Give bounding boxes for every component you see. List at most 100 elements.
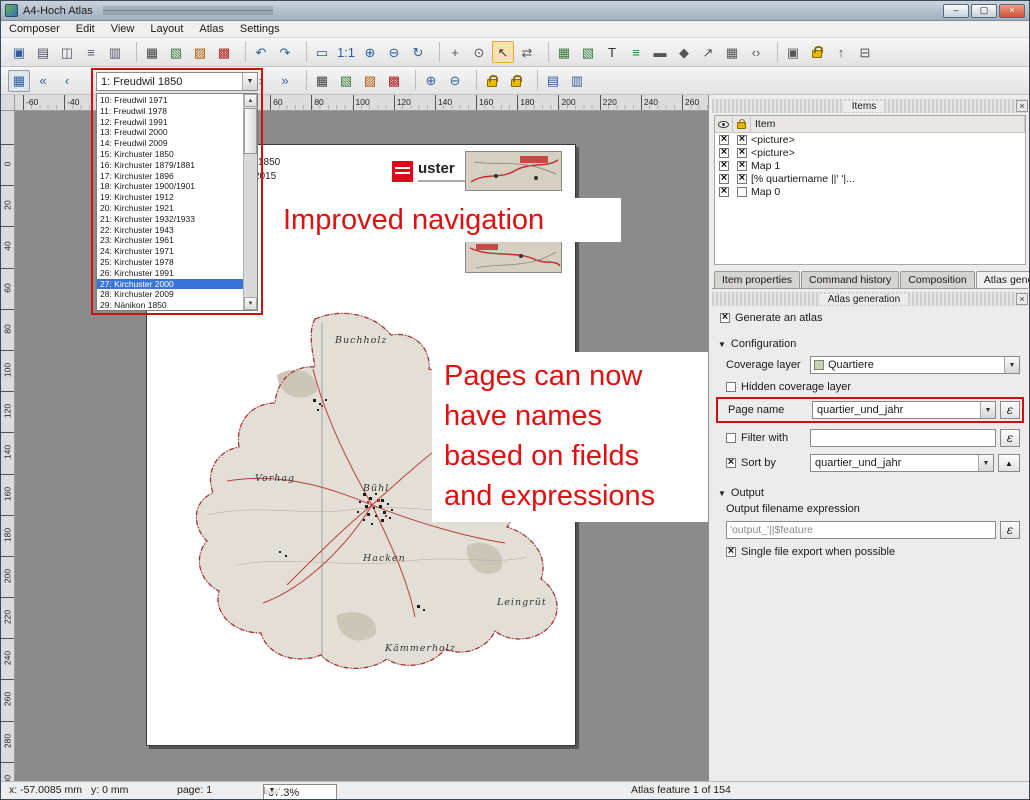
page-name-expression-button[interactable]: ε bbox=[1000, 401, 1020, 419]
atlas-page-down-button[interactable]: ▥ bbox=[566, 70, 588, 92]
select-move-item-button[interactable]: ↖ bbox=[492, 41, 514, 63]
item-locked-checkbox[interactable] bbox=[737, 135, 747, 145]
item-locked-checkbox[interactable] bbox=[737, 161, 747, 171]
item-visible-checkbox[interactable] bbox=[719, 187, 729, 197]
toolbar-button[interactable] bbox=[542, 42, 549, 62]
add-arrow-button[interactable]: ↗ bbox=[697, 41, 719, 63]
sort-by-combo[interactable]: quartier_und_jahr ▼ bbox=[810, 454, 994, 472]
menu-atlas[interactable]: Atlas bbox=[191, 22, 231, 36]
page-name-combo[interactable]: quartier_und_jahr ▼ bbox=[812, 401, 996, 419]
export-image-button[interactable]: ▧ bbox=[165, 41, 187, 63]
zoom-level-combo[interactable]: 67.3% ▼ bbox=[263, 784, 337, 800]
refresh-view-button[interactable]: ↻ bbox=[407, 41, 429, 63]
zoom-full-button[interactable]: ▭ bbox=[311, 41, 333, 63]
single-file-export-checkbox[interactable] bbox=[726, 547, 736, 557]
composition-manager-button[interactable]: ≡ bbox=[80, 41, 102, 63]
atlas-feature-dropdown[interactable]: 10: Freudwil 197111: Freudwil 197812: Fr… bbox=[96, 93, 258, 311]
add-map-button[interactable]: ▦ bbox=[553, 41, 575, 63]
redo-button[interactable]: ↷ bbox=[274, 41, 296, 63]
tab-atlas-generation[interactable]: Atlas generation bbox=[976, 271, 1030, 288]
chevron-down-icon[interactable]: ▼ bbox=[1004, 357, 1019, 373]
dropdown-scrollbar[interactable]: ▲ ▼ bbox=[243, 94, 257, 310]
filter-with-checkbox[interactable] bbox=[726, 433, 736, 443]
add-image-button[interactable]: ▧ bbox=[577, 41, 599, 63]
atlas-page-option[interactable]: 10: Freudwil 1971 bbox=[97, 95, 243, 106]
atlas-page-option[interactable]: 12: Freudwil 1991 bbox=[97, 117, 243, 128]
atlas-toolbar-button[interactable] bbox=[531, 70, 538, 90]
item-locked-checkbox[interactable] bbox=[737, 187, 747, 197]
align-items-button[interactable]: ⊟ bbox=[854, 41, 876, 63]
tab-composition[interactable]: Composition bbox=[900, 271, 974, 288]
raise-items-button[interactable]: ↑ bbox=[830, 41, 852, 63]
filter-input[interactable] bbox=[810, 429, 996, 447]
duplicate-composition-button[interactable]: ◫ bbox=[56, 41, 78, 63]
sort-by-checkbox[interactable] bbox=[726, 458, 736, 468]
output-group-header[interactable]: ▼ Output bbox=[718, 487, 1022, 499]
print-button[interactable]: ▦ bbox=[141, 41, 163, 63]
atlas-page-option[interactable]: 20: Kirchuster 1921 bbox=[97, 203, 243, 214]
menu-edit[interactable]: Edit bbox=[68, 22, 103, 36]
scrollbar-thumb[interactable] bbox=[244, 108, 257, 154]
chevron-down-icon[interactable]: ▼ bbox=[264, 787, 279, 794]
add-shape-button[interactable]: ◆ bbox=[673, 41, 695, 63]
lock-items-button[interactable] bbox=[806, 41, 828, 63]
zoom-in-button[interactable]: ⊕ bbox=[359, 41, 381, 63]
item-visible-checkbox[interactable] bbox=[719, 161, 729, 171]
item-visible-checkbox[interactable] bbox=[719, 174, 729, 184]
lock-layers-button[interactable] bbox=[481, 70, 503, 92]
coverage-layer-combo[interactable]: Quartiere ▼ bbox=[810, 356, 1020, 374]
atlas-last-feature-button[interactable]: » bbox=[274, 70, 296, 92]
atlas-toolbar-button[interactable] bbox=[300, 70, 307, 90]
item-locked-checkbox[interactable] bbox=[737, 174, 747, 184]
items-panel-titlebar[interactable]: Items × bbox=[712, 99, 1028, 113]
close-icon[interactable]: × bbox=[1016, 100, 1028, 112]
chevron-down-icon[interactable]: ▼ bbox=[242, 73, 257, 90]
atlas-page-option[interactable]: 11: Freudwil 1978 bbox=[97, 106, 243, 117]
export-atlas-pdf-button[interactable]: ▩ bbox=[383, 70, 405, 92]
filter-expression-button[interactable]: ε bbox=[1000, 429, 1020, 447]
add-label-button[interactable]: T bbox=[601, 41, 623, 63]
print-atlas-button[interactable]: ▦ bbox=[311, 70, 333, 92]
close-button[interactable]: × bbox=[999, 4, 1025, 18]
atlas-page-option[interactable]: 27: Kirchuster 2000 bbox=[97, 279, 243, 290]
add-legend-button[interactable]: ≡ bbox=[625, 41, 647, 63]
item-visible-checkbox[interactable] bbox=[719, 148, 729, 158]
toolbar-button[interactable] bbox=[300, 42, 307, 62]
scroll-up-icon[interactable]: ▲ bbox=[244, 94, 257, 107]
minimize-button[interactable]: – bbox=[943, 4, 969, 18]
tab-command-history[interactable]: Command history bbox=[801, 271, 899, 288]
output-filename-input[interactable]: 'output_'||$feature bbox=[726, 521, 996, 539]
zoom-in-preview-button[interactable]: ⊕ bbox=[420, 70, 442, 92]
atlas-page-option[interactable]: 26: Kirchuster 1991 bbox=[97, 268, 243, 279]
atlas-page-option[interactable]: 21: Kirchuster 1932/1933 bbox=[97, 214, 243, 225]
atlas-page-option[interactable]: 14: Freudwil 2009 bbox=[97, 138, 243, 149]
menu-view[interactable]: View bbox=[103, 22, 143, 36]
atlas-previous-feature-button[interactable]: ‹ bbox=[56, 70, 78, 92]
items-panel-row[interactable]: <picture> bbox=[715, 146, 1025, 159]
toolbar-button[interactable] bbox=[433, 42, 440, 62]
item-visible-checkbox[interactable] bbox=[719, 135, 729, 145]
export-pdf-button[interactable]: ▩ bbox=[213, 41, 235, 63]
atlas-page-option[interactable]: 28: Kirchuster 2009 bbox=[97, 289, 243, 300]
atlas-first-feature-button[interactable]: « bbox=[32, 70, 54, 92]
item-locked-checkbox[interactable] bbox=[737, 148, 747, 158]
undo-button[interactable]: ↶ bbox=[250, 41, 272, 63]
tab-item-properties[interactable]: Item properties bbox=[714, 271, 800, 288]
export-atlas-image-button[interactable]: ▧ bbox=[335, 70, 357, 92]
export-svg-button[interactable]: ▨ bbox=[189, 41, 211, 63]
lock-all-button[interactable] bbox=[733, 116, 751, 132]
generate-atlas-checkbox[interactable] bbox=[720, 313, 730, 323]
items-panel-row[interactable]: Map 0 bbox=[715, 185, 1025, 198]
atlas-page-option[interactable]: 29: Nänikon 1850 bbox=[97, 300, 243, 310]
atlas-page-option[interactable]: 23: Kirchuster 1961 bbox=[97, 235, 243, 246]
zoom-100-button[interactable]: 1:1 bbox=[335, 41, 357, 63]
atlas-page-option[interactable]: 16: Kirchuster 1879/1881 bbox=[97, 160, 243, 171]
atlas-page-option[interactable]: 22: Kirchuster 1943 bbox=[97, 225, 243, 236]
export-atlas-svg-button[interactable]: ▨ bbox=[359, 70, 381, 92]
chevron-down-icon[interactable]: ▼ bbox=[980, 402, 995, 418]
atlas-page-option[interactable]: 13: Freudwil 2000 bbox=[97, 127, 243, 138]
load-template-button[interactable]: ▥ bbox=[104, 41, 126, 63]
zoom-out-button[interactable]: ⊖ bbox=[383, 41, 405, 63]
scroll-down-icon[interactable]: ▼ bbox=[244, 297, 257, 310]
atlas-page-option[interactable]: 17: Kirchuster 1896 bbox=[97, 171, 243, 182]
